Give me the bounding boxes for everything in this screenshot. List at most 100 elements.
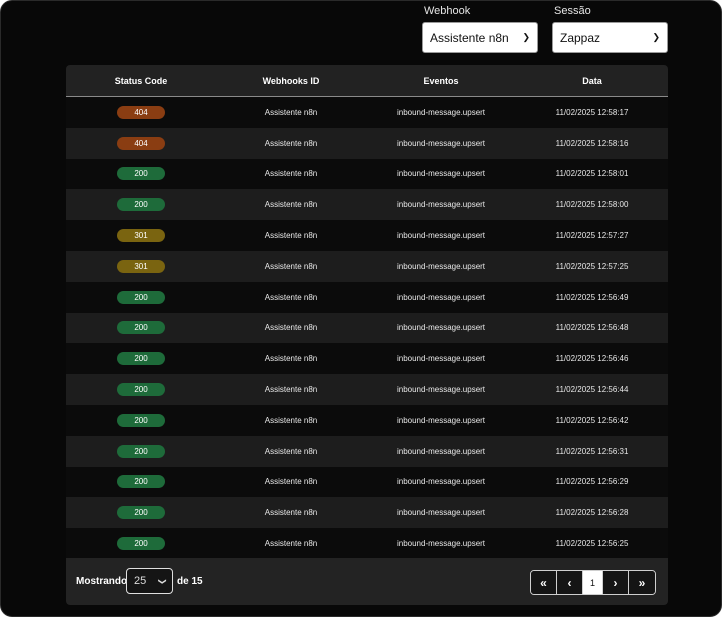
evento-cell: inbound-message.upsert [396, 292, 486, 302]
data-cell: 11/02/2025 12:57:25 [555, 261, 629, 271]
status-badge: 200 [117, 413, 165, 427]
status-code-cell: 200 [66, 467, 216, 498]
sessao-filter: Sessão Zappaz ❯ [552, 5, 668, 53]
webhook-logs-panel: Webhook Assistente n8n ❯ Sessão Zappaz ❯… [0, 0, 722, 617]
webhook-id-cell: Assistente n8n [264, 169, 318, 179]
webhook-id-cell: Assistente n8n [264, 446, 318, 456]
status-code-cell: 200 [66, 528, 216, 559]
status-badge: 200 [117, 321, 165, 335]
status-code-cell: 404 [66, 128, 216, 159]
table-row[interactable]: 200 Assistente n8n inbound-message.upsert 1… [66, 343, 668, 375]
table-row[interactable]: 200 Assistente n8n inbound-message.upsert 1… [66, 158, 668, 190]
data-cell: 11/02/2025 12:56:48 [555, 323, 629, 333]
evento-cell: inbound-message.upsert [396, 323, 486, 333]
chevron-down-icon: ❯ [652, 32, 660, 42]
webhook-id-cell: Assistente n8n [264, 200, 318, 210]
page-size-select[interactable]: 25 ❯ [126, 568, 173, 594]
webhook-id-cell: Assistente n8n [264, 261, 318, 271]
mostrando-label: Mostrando [76, 576, 128, 587]
page-size-value: 25 [134, 575, 147, 587]
table-row[interactable]: 200 Assistente n8n inbound-message.upsert 1… [66, 404, 668, 436]
status-code-cell: 301 [66, 251, 216, 282]
header-webhooks-id[interactable]: Webhooks ID [216, 65, 366, 96]
evento-cell: inbound-message.upsert [396, 169, 486, 179]
evento-cell: inbound-message.upsert [396, 200, 486, 210]
next-page-button[interactable]: › [603, 571, 629, 594]
evento-cell: inbound-message.upsert [396, 354, 486, 364]
status-code-cell: 200 [66, 343, 216, 374]
chevron-down-icon: ❯ [158, 577, 168, 585]
evento-cell: inbound-message.upsert [396, 107, 486, 117]
status-code-cell: 301 [66, 220, 216, 251]
status-badge: 301 [117, 229, 165, 243]
table-row[interactable]: 200 Assistente n8n inbound-message.upsert 1… [66, 312, 668, 344]
table-row[interactable]: 200 Assistente n8n inbound-message.upsert 1… [66, 189, 668, 221]
status-code-cell: 404 [66, 97, 216, 128]
first-page-button[interactable]: « [531, 571, 557, 594]
webhook-id-cell: Assistente n8n [264, 385, 318, 395]
data-cell: 11/02/2025 12:58:01 [555, 169, 629, 179]
data-cell: 11/02/2025 12:58:00 [555, 200, 629, 210]
webhook-id-cell: Assistente n8n [264, 323, 318, 333]
header-status-code[interactable]: Status Code [66, 65, 216, 96]
status-badge: 200 [117, 475, 165, 489]
status-code-cell: 200 [66, 374, 216, 405]
last-page-button[interactable]: » [629, 571, 655, 594]
pagination: « ‹ 1 › » [530, 570, 656, 595]
webhook-id-cell: Assistente n8n [264, 292, 318, 302]
table-row[interactable]: 200 Assistente n8n inbound-message.upsert 1… [66, 435, 668, 467]
status-badge: 404 [117, 136, 165, 150]
evento-cell: inbound-message.upsert [396, 477, 486, 487]
status-badge: 200 [117, 537, 165, 551]
status-badge: 200 [117, 198, 165, 212]
header-eventos[interactable]: Eventos [366, 65, 516, 96]
total-label: de 15 [177, 576, 203, 587]
header-data[interactable]: Data [516, 65, 668, 96]
data-cell: 11/02/2025 12:56:29 [555, 477, 629, 487]
data-cell: 11/02/2025 12:58:16 [555, 138, 629, 148]
evento-cell: inbound-message.upsert [396, 261, 486, 271]
webhook-id-cell: Assistente n8n [264, 508, 318, 518]
data-cell: 11/02/2025 12:56:44 [555, 385, 629, 395]
webhook-log-table: Status Code Webhooks ID Eventos Data 404… [66, 65, 668, 559]
table-row[interactable]: 404 Assistente n8n inbound-message.upsert 1… [66, 127, 668, 159]
data-cell: 11/02/2025 12:56:42 [555, 415, 629, 425]
evento-cell: inbound-message.upsert [396, 539, 486, 549]
data-cell: 11/02/2025 12:56:46 [555, 354, 629, 364]
table-row[interactable]: 200 Assistente n8n inbound-message.upsert 1… [66, 528, 668, 559]
table-row[interactable]: 200 Assistente n8n inbound-message.upsert 1… [66, 497, 668, 529]
page-1-button[interactable]: 1 [583, 571, 603, 594]
status-badge: 301 [117, 259, 165, 273]
table-row[interactable]: 301 Assistente n8n inbound-message.upsert 1… [66, 220, 668, 251]
webhook-id-cell: Assistente n8n [264, 354, 318, 364]
table-header: Status Code Webhooks ID Eventos Data [66, 65, 668, 97]
webhook-id-cell: Assistente n8n [264, 539, 318, 549]
status-badge: 200 [117, 444, 165, 458]
webhook-id-cell: Assistente n8n [264, 231, 318, 241]
table-footer: Mostrando 25 ❯ de 15 « ‹ 1 › » [66, 558, 668, 605]
evento-cell: inbound-message.upsert [396, 508, 486, 518]
webhook-id-cell: Assistente n8n [264, 477, 318, 487]
table-row[interactable]: 200 Assistente n8n inbound-message.upsert 1… [66, 281, 668, 313]
status-badge: 200 [117, 290, 165, 304]
webhook-select[interactable]: Assistente n8n ❯ [422, 22, 538, 53]
chevron-down-icon: ❯ [522, 32, 530, 42]
webhook-id-cell: Assistente n8n [264, 107, 318, 117]
status-code-cell: 200 [66, 436, 216, 467]
table-row[interactable]: 200 Assistente n8n inbound-message.upsert 1… [66, 374, 668, 405]
evento-cell: inbound-message.upsert [396, 138, 486, 148]
prev-page-button[interactable]: ‹ [557, 571, 583, 594]
table-row[interactable]: 200 Assistente n8n inbound-message.upsert 1… [66, 466, 668, 498]
table-row[interactable]: 404 Assistente n8n inbound-message.upsert 1… [66, 97, 668, 128]
status-code-cell: 200 [66, 189, 216, 220]
data-cell: 11/02/2025 12:56:49 [555, 292, 629, 302]
table-body: 404 Assistente n8n inbound-message.upsert 1… [66, 97, 668, 559]
table-row[interactable]: 301 Assistente n8n inbound-message.upsert 1… [66, 250, 668, 282]
webhook-id-cell: Assistente n8n [264, 138, 318, 148]
sessao-select[interactable]: Zappaz ❯ [552, 22, 668, 53]
webhook-select-value: Assistente n8n [430, 30, 509, 45]
data-cell: 11/02/2025 12:56:28 [555, 508, 629, 518]
status-badge: 200 [117, 352, 165, 366]
evento-cell: inbound-message.upsert [396, 446, 486, 456]
status-badge: 200 [117, 167, 165, 181]
